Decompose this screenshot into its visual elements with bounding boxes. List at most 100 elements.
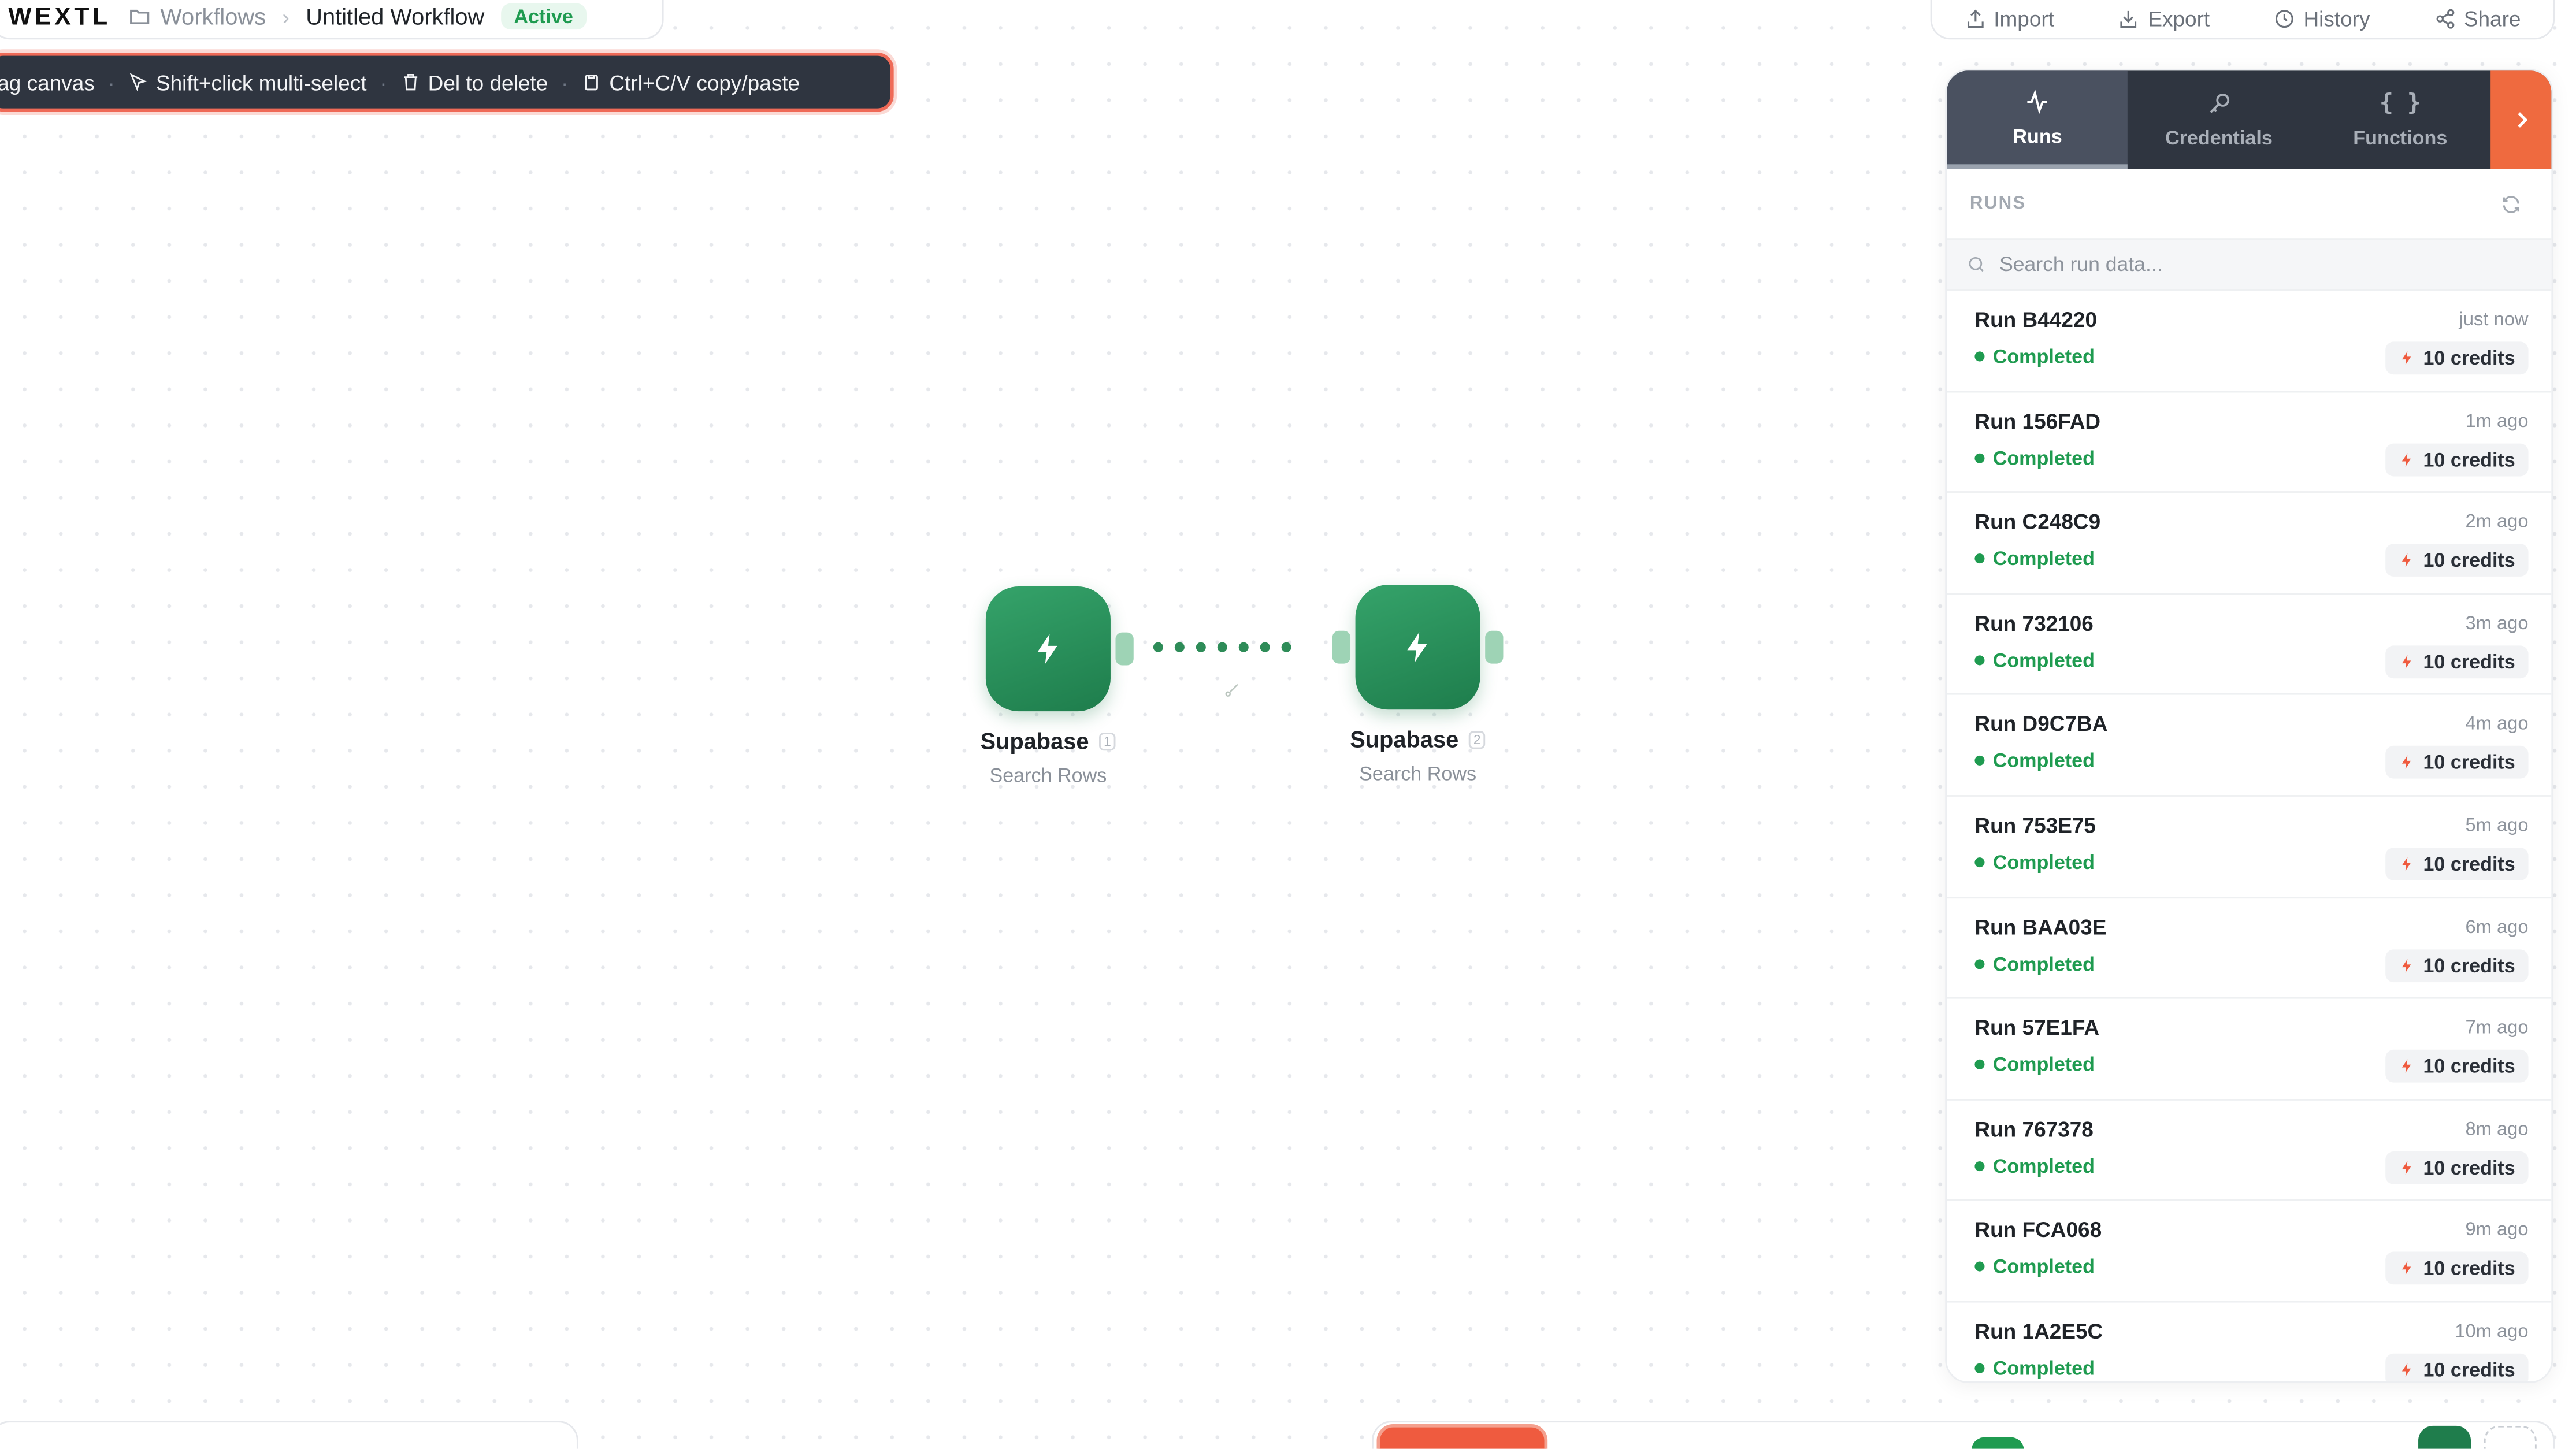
run-row[interactable]: Run B44220 just now Completed 10 credits <box>1947 291 2552 392</box>
run-time: 5m ago <box>2465 816 2529 837</box>
node-subtitle: Search Rows <box>989 764 1107 787</box>
credits-label: 10 credits <box>2423 448 2515 471</box>
hint-drag-canvas: rag canvas <box>0 70 95 95</box>
run-row[interactable]: Run FCA068 9m ago Completed 10 credits <box>1947 1201 2552 1303</box>
credits-label: 10 credits <box>2423 1358 2515 1381</box>
tab-runs-label: Runs <box>2013 124 2062 147</box>
run-name: Run D9C7BA <box>1974 712 2108 737</box>
node-title: Supabase 2 <box>1350 726 1486 752</box>
search-icon <box>1969 257 1984 272</box>
credits-badge: 10 credits <box>2385 847 2529 880</box>
panel-next-button[interactable] <box>2490 70 2552 169</box>
runs-section-label: RUNS <box>1969 194 2026 214</box>
run-row[interactable]: Run 753E75 5m ago Completed 10 credits <box>1947 797 2552 898</box>
chevron-right-icon <box>2517 112 2527 128</box>
credits-badge: 10 credits <box>2385 1353 2529 1382</box>
node-index-badge: 1 <box>1098 731 1116 750</box>
hint-delete: Del to delete <box>400 70 548 94</box>
workflow-node-1[interactable]: Supabase 1 Search Rows <box>933 586 1163 787</box>
run-row[interactable]: Run 57E1FA 7m ago Completed 10 credits <box>1947 999 2552 1101</box>
hint-multi-select-label: Shift+click multi-select <box>155 69 367 95</box>
history-button[interactable]: History <box>2274 6 2370 31</box>
app-root: WEXTL Workflows › Untitled Workflow Acti… <box>0 0 2576 1449</box>
run-status-label: Completed <box>1992 850 2095 874</box>
node-card[interactable] <box>1332 585 1504 710</box>
run-row[interactable]: Run D9C7BA 4m ago Completed 10 credits <box>1947 696 2552 797</box>
bottom-action-bar <box>1371 1421 2555 1449</box>
hint-separator: · <box>561 69 569 95</box>
folder-icon <box>129 9 149 24</box>
placeholder-slot[interactable] <box>2484 1425 2537 1449</box>
status-dot-icon <box>1974 1161 1985 1171</box>
share-button[interactable]: Share <box>2434 6 2521 31</box>
run-row[interactable]: Run 156FAD 1m ago Completed 10 credits <box>1947 392 2552 493</box>
run-row[interactable]: Run BAA03E 6m ago Completed 10 credits <box>1947 898 2552 1000</box>
status-dot-icon <box>1974 351 1985 362</box>
run-status-label: Completed <box>1992 952 2095 975</box>
run-name: Run 732106 <box>1974 611 2094 636</box>
workflow-node-2[interactable]: Supabase 2 Search Rows <box>1303 585 1533 785</box>
run-row[interactable]: Run C248C9 2m ago Completed 10 credits <box>1947 493 2552 595</box>
tab-runs[interactable]: Runs <box>1947 70 2128 169</box>
credits-badge: 10 credits <box>2385 1050 2529 1083</box>
add-node-button[interactable] <box>2418 1425 2471 1449</box>
export-button[interactable]: Export <box>2118 6 2210 31</box>
run-status-label: Completed <box>1992 749 2095 773</box>
run-status-label: Completed <box>1992 446 2095 469</box>
run-row[interactable]: Run 732106 3m ago Completed 10 credits <box>1947 595 2552 696</box>
lightning-icon <box>2401 1363 2411 1377</box>
node-title-text: Supabase <box>1350 726 1459 753</box>
lightning-icon <box>1037 633 1057 664</box>
tab-functions[interactable]: { } Functions <box>2310 70 2491 169</box>
run-status-label: Completed <box>1992 1053 2095 1076</box>
breadcrumb-workflows[interactable]: Workflows <box>127 3 266 29</box>
edge-scissors-icon[interactable] <box>1224 677 1240 706</box>
refresh-icon[interactable] <box>2500 193 2522 214</box>
braces-icon: { } <box>2379 90 2421 117</box>
active-toggle[interactable] <box>1971 1437 2024 1449</box>
workflow-title[interactable]: Untitled Workflow <box>306 3 484 29</box>
tab-credentials[interactable]: Credentials <box>2128 70 2310 169</box>
node-title-text: Supabase <box>980 727 1089 754</box>
app-logo: WEXTL <box>8 2 111 31</box>
credits-badge: 10 credits <box>2385 443 2529 476</box>
hint-separator: · <box>107 69 115 95</box>
output-handle[interactable] <box>1115 632 1134 666</box>
lightning-icon <box>2401 857 2411 871</box>
run-name: Run 767378 <box>1974 1116 2094 1142</box>
status-dot-icon <box>1974 958 1985 969</box>
status-dot-icon <box>1974 452 1985 463</box>
node-card[interactable] <box>985 586 1134 712</box>
lightning-icon <box>1407 632 1427 663</box>
status-dot-icon <box>1974 1363 1985 1373</box>
share-label: Share <box>2463 5 2521 31</box>
run-time: 6m ago <box>2465 917 2529 938</box>
run-workflow-button[interactable] <box>1376 1424 1548 1449</box>
output-handle[interactable] <box>1485 630 1504 664</box>
status-badge: Active <box>500 3 587 30</box>
run-time: 10m ago <box>2455 1322 2529 1342</box>
lightning-icon <box>2401 1059 2411 1073</box>
lightning-icon <box>2401 452 2411 466</box>
run-row[interactable]: Run 767378 8m ago Completed 10 credits <box>1947 1100 2552 1202</box>
lightning-icon <box>2401 756 2411 770</box>
credits-badge: 10 credits <box>2385 1151 2529 1184</box>
download-icon <box>2121 10 2137 27</box>
bottom-left-toolbar[interactable] <box>0 1421 578 1449</box>
credits-label: 10 credits <box>2423 953 2515 977</box>
input-handle[interactable] <box>1332 630 1351 664</box>
header-bar: WEXTL Workflows › Untitled Workflow Acti… <box>0 0 664 40</box>
run-name: Run C248C9 <box>1974 509 2101 534</box>
upload-icon <box>1966 9 1983 27</box>
chevron-right-icon: › <box>282 4 289 29</box>
lightning-icon <box>2401 655 2411 668</box>
status-dot-icon <box>1974 655 1985 665</box>
hint-copy-paste: Ctrl+C/V copy/paste <box>581 70 800 94</box>
run-time: 9m ago <box>2465 1221 2529 1241</box>
run-name: Run B44220 <box>1974 307 2098 332</box>
connection-edge[interactable] <box>1153 642 1291 652</box>
search-input[interactable] <box>1999 252 2492 276</box>
run-time: 1m ago <box>2465 411 2529 432</box>
run-row[interactable]: Run 1A2E5C 10m ago Completed 10 credits <box>1947 1302 2551 1382</box>
import-button[interactable]: Import <box>1964 6 2054 31</box>
